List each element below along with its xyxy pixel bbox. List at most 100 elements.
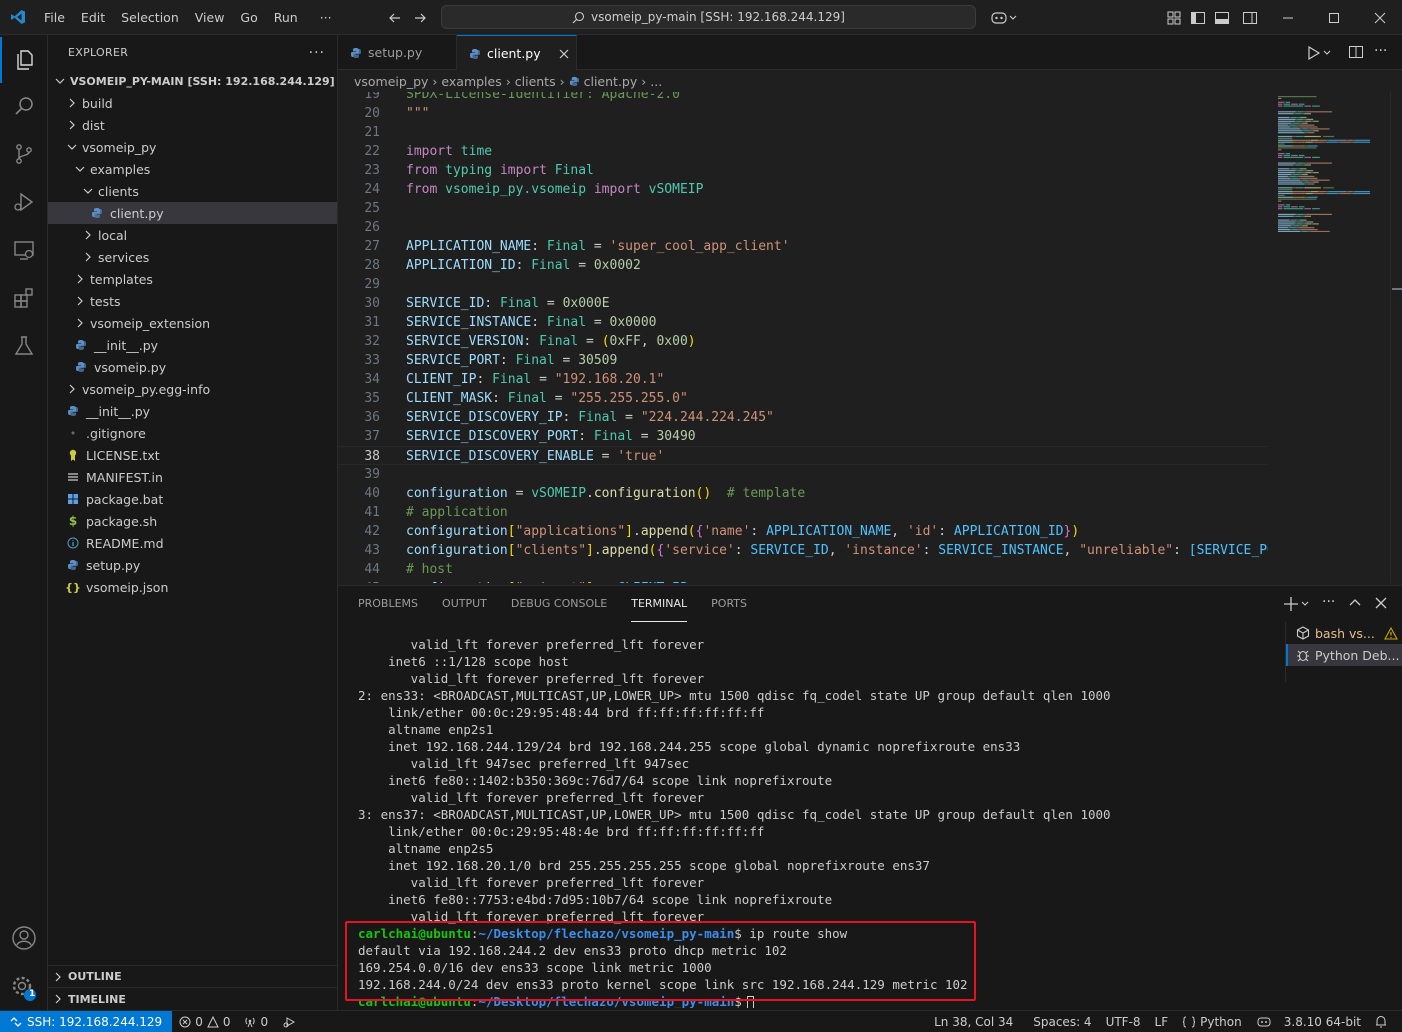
minimap-line [1283,156,1304,158]
terminal-item-python-debug[interactable]: Python Deb... [1286,644,1402,666]
menu-item[interactable]: Edit [73,0,113,35]
terminal-output[interactable]: valid_lft forever preferred_lft forever … [358,636,1283,1008]
breadcrumb-item[interactable]: vsomeip_py [354,74,428,89]
cursor-position[interactable]: Ln 38, Col 34 [927,1011,1020,1032]
editor-scrollbar[interactable] [1390,92,1402,583]
breadcrumb-item[interactable]: clients [515,74,556,89]
minimize-icon[interactable] [1278,8,1298,28]
tree-folder[interactable]: vsomeip_py.egg-info [48,378,337,400]
tree-file[interactable]: README.md [48,532,337,554]
split-editor-icon[interactable] [1348,44,1366,62]
indentation[interactable]: Spaces: 4 [1026,1011,1098,1032]
tree-file[interactable]: __init__.py [48,334,337,356]
tree-folder[interactable]: clients [48,180,337,202]
interpreter-selector[interactable]: 3.8.10 64-bit [1249,1011,1368,1032]
toggle-sidebar-icon[interactable] [1188,8,1208,28]
run-python-file-icon[interactable] [1304,44,1334,62]
panel-tab-debug-console[interactable]: DEBUG CONSOLE [511,586,607,622]
menu-item[interactable]: ··· [312,0,340,35]
chevron-right-icon [52,971,64,983]
timeline-section[interactable]: TIMELINE [48,988,337,1010]
accounts-icon[interactable] [0,915,48,961]
tree-file[interactable]: MANIFEST.in [48,466,337,488]
code-token: 'instance' [844,543,923,558]
command-center[interactable]: vsomeip_py-main [SSH: 192.168.244.129] [441,5,976,29]
back-arrow-icon[interactable] [385,8,405,28]
minimap[interactable] [1270,92,1390,583]
tree-file[interactable]: LICENSE.txt [48,444,337,466]
explorer-icon[interactable] [0,37,48,83]
tree-folder[interactable]: build [48,92,337,114]
source-control-icon[interactable] [0,131,48,177]
terminal-item-bash[interactable]: bash vs... [1286,622,1402,644]
end-of-line[interactable]: LF [1148,1011,1176,1032]
copilot-icon[interactable] [988,8,1020,28]
ports-indicator[interactable]: 0 [237,1011,275,1032]
minimap-line [1313,172,1318,174]
encoding[interactable]: UTF-8 [1099,1011,1148,1032]
python-file-icon [350,47,362,59]
tree-file[interactable]: __init__.py [48,400,337,422]
remote-explorer-icon[interactable] [0,227,48,273]
line-number: 39 [364,467,380,482]
tab-client-py[interactable]: client.py [457,35,577,71]
tree-file[interactable]: {} vsomeip.json [48,576,337,598]
tree-folder[interactable]: services [48,246,337,268]
menu-item[interactable]: Go [232,0,265,35]
tree-folder[interactable]: dist [48,114,337,136]
menu-item[interactable]: Run [266,0,306,35]
close-panel-icon[interactable] [1374,596,1388,610]
panel-tab-output[interactable]: OUTPUT [442,586,487,622]
tree-folder[interactable]: templates [48,268,337,290]
editor-more-actions-icon[interactable]: ··· [1374,43,1387,59]
customize-layout-icon[interactable] [1164,8,1184,28]
extensions-icon[interactable] [0,275,48,321]
explorer-root-folder[interactable]: VSOMEIP_PY-MAIN [SSH: 192.168.244.129] [48,70,337,92]
tree-folder[interactable]: tests [48,290,337,312]
tree-folder[interactable]: vsomeip_py [48,136,337,158]
menu-item[interactable]: File [36,0,73,35]
tree-file[interactable]: client.py [48,202,337,224]
outline-section[interactable]: OUTLINE [48,966,337,988]
panel-tab-ports[interactable]: PORTS [711,586,747,622]
code-editor[interactable]: 19 SPDX-License-Identifier: Apache-2.0 20 "… [338,92,1268,583]
close-tab-icon[interactable] [559,49,569,59]
problems-indicator[interactable]: 0 0 [172,1011,237,1032]
breadcrumb-item[interactable]: ... [650,74,662,89]
tree-file[interactable]: vsomeip.py [48,356,337,378]
minimap-line [1307,128,1311,130]
notifications-bell-icon[interactable] [1368,1011,1394,1032]
minimap-line [1307,183,1315,185]
tree-file[interactable]: package.bat [48,488,337,510]
panel-tab-problems[interactable]: PROBLEMS [358,586,418,622]
tree-folder[interactable]: examples [48,158,337,180]
remote-indicator[interactable]: SSH: 192.168.244.129 [0,1010,173,1032]
menu-item[interactable]: Selection [113,0,187,35]
panel-tab-terminal[interactable]: TERMINAL [631,587,688,622]
tree-file[interactable]: .gitignore [48,422,337,444]
prompt-path: ~/Desktop/flechazo/vsomeip_py-main [478,926,735,941]
search-view-icon[interactable] [0,83,48,129]
breadcrumb-item[interactable]: examples [441,74,501,89]
new-terminal-icon[interactable] [1284,595,1314,613]
panel-more-actions-icon[interactable]: ··· [1322,594,1335,610]
tab-setup-py[interactable]: setup.py [338,35,457,70]
language-mode[interactable]: Python [1175,1011,1249,1032]
menu-item[interactable]: View [187,0,233,35]
manage-gear-icon[interactable]: 1 [0,965,48,1011]
close-window-icon[interactable] [1370,8,1390,28]
maximize-icon[interactable] [1324,8,1344,28]
tree-file[interactable]: setup.py [48,554,337,576]
maximize-panel-icon[interactable] [1348,596,1362,610]
run-debug-icon[interactable] [0,179,48,225]
tree-folder[interactable]: local [48,224,337,246]
more-actions-icon[interactable]: ··· [309,45,325,61]
forward-arrow-icon[interactable] [410,8,430,28]
tree-folder[interactable]: vsomeip_extension [48,312,337,334]
breadcrumb-item[interactable]: client.py [584,74,638,89]
toggle-secondary-sidebar-icon[interactable] [1240,8,1260,28]
testing-icon[interactable] [0,323,48,369]
tree-file[interactable]: $ package.sh [48,510,337,532]
toggle-panel-icon[interactable] [1212,8,1232,28]
debug-launch-icon[interactable] [275,1011,303,1032]
